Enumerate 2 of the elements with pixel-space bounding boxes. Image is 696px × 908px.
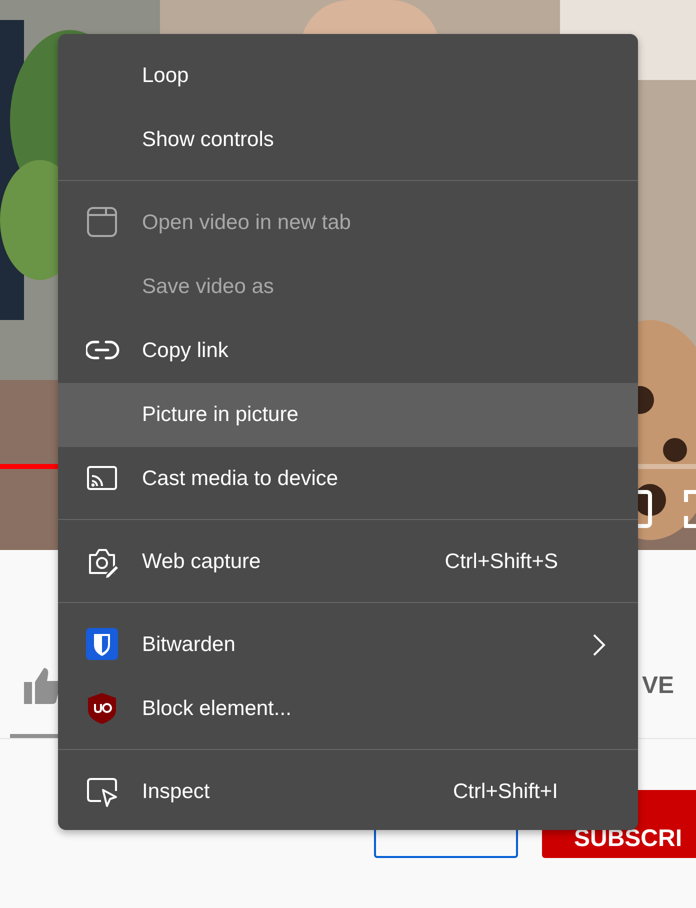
shortcut-text: Ctrl+Shift+S (444, 549, 558, 576)
shortcut-text: Ctrl+Shift+I (452, 779, 558, 806)
